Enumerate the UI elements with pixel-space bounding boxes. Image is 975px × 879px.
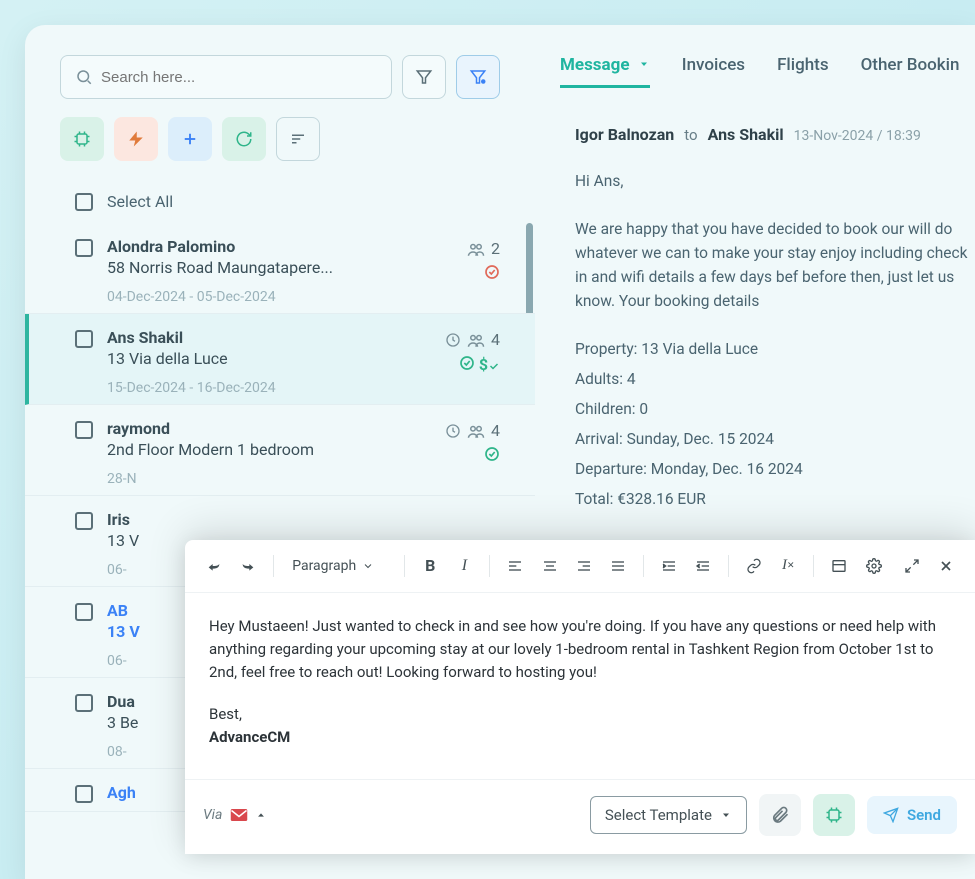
expand-button[interactable]: [897, 550, 927, 582]
align-right-button[interactable]: [569, 550, 599, 582]
ai-compose-button[interactable]: [813, 794, 855, 836]
signature-best: Best,: [209, 703, 951, 726]
via-selector[interactable]: Via: [203, 807, 266, 823]
message-body: Hi Ans, We are happy that you have decid…: [560, 144, 975, 511]
attach-button[interactable]: [759, 794, 801, 836]
italic-button[interactable]: I: [449, 550, 479, 582]
send-button[interactable]: Send: [867, 796, 957, 834]
align-center-button[interactable]: [535, 550, 565, 582]
tabs: Message Invoices Flights Other Bookin: [560, 55, 975, 100]
guest-count: 2: [491, 239, 500, 258]
guests-icon: [467, 332, 485, 348]
message-intro: We are happy that you have decided to bo…: [575, 217, 975, 313]
booking-item[interactable]: Alondra Palomino 58 Norris Road Maungatap…: [25, 223, 535, 314]
message-to: Ans Shakil: [708, 125, 784, 144]
redo-button[interactable]: [233, 550, 263, 582]
signature-name: AdvanceCM: [209, 726, 951, 749]
message-timestamp: 13-Nov-2024 / 18:39: [794, 128, 921, 144]
booking-item[interactable]: raymond 2nd Floor Modern 1 bedroom 28-N 4: [25, 405, 535, 496]
guests-icon: [467, 423, 485, 439]
booking-checkbox[interactable]: [75, 512, 93, 530]
select-all-label: Select All: [107, 192, 173, 211]
paragraph-select[interactable]: Paragraph: [284, 558, 394, 574]
booking-dates: 28-N: [107, 471, 500, 487]
select-all-row[interactable]: Select All: [25, 181, 535, 223]
sort-button[interactable]: [276, 117, 320, 161]
guest-count: 4: [491, 330, 500, 349]
booking-checkbox[interactable]: [75, 694, 93, 712]
compose-footer: Via Select Template Send: [185, 779, 975, 854]
booking-name: Alondra Palomino: [107, 237, 500, 256]
message-header: Igor Balnozan to Ans Shakil 13-Nov-2024 …: [560, 125, 975, 144]
settings-button[interactable]: [858, 550, 888, 582]
chevron-down-icon: [638, 58, 650, 70]
email-icon: [230, 808, 248, 822]
composer-toolbar: Paragraph B I I✕: [185, 540, 975, 593]
status-icon: [459, 355, 475, 374]
clock-icon: [445, 332, 461, 348]
align-justify-button[interactable]: [603, 550, 633, 582]
composer: Paragraph B I I✕ Hey Mustaeen!: [185, 540, 975, 854]
search-box[interactable]: [60, 55, 392, 99]
bold-button[interactable]: B: [415, 550, 445, 582]
message-to-label: to: [684, 126, 697, 144]
status-icon: [484, 446, 500, 462]
booking-name: Iris: [107, 510, 500, 529]
add-button[interactable]: [168, 117, 212, 161]
tab-message[interactable]: Message: [560, 55, 650, 88]
quick-action-button[interactable]: [114, 117, 158, 161]
indent-button[interactable]: [654, 550, 684, 582]
booking-dates: 15-Dec-2024 - 16-Dec-2024: [107, 380, 500, 396]
booking-item[interactable]: Ans Shakil 13 Via della Luce 15-Dec-2024 -…: [25, 314, 535, 405]
booking-name: Ans Shakil: [107, 328, 500, 347]
filter-active-button[interactable]: [456, 55, 500, 99]
booking-checkbox[interactable]: [75, 239, 93, 257]
ai-button[interactable]: [60, 117, 104, 161]
tab-invoices[interactable]: Invoices: [682, 55, 745, 88]
clear-format-button[interactable]: I✕: [773, 550, 803, 582]
clock-icon: [445, 423, 461, 439]
status-icon: [484, 264, 500, 280]
message-greeting: Hi Ans,: [575, 169, 975, 193]
guests-icon: [467, 241, 485, 257]
booking-checkbox[interactable]: [75, 421, 93, 439]
undo-button[interactable]: [199, 550, 229, 582]
message-from: Igor Balnozan: [575, 125, 674, 144]
booking-property: 58 Norris Road Maungatapere...: [107, 258, 500, 277]
booking-name: raymond: [107, 419, 500, 438]
caret-up-icon: [256, 810, 266, 820]
compose-body[interactable]: Hey Mustaeen! Just wanted to check in an…: [185, 593, 975, 779]
booking-checkbox[interactable]: [75, 330, 93, 348]
booking-checkbox[interactable]: [75, 785, 93, 803]
booking-property: 13 Via della Luce: [107, 349, 500, 368]
booking-dates: 04-Dec-2024 - 05-Dec-2024: [107, 289, 500, 305]
paid-icon: $: [479, 355, 500, 374]
template-select[interactable]: Select Template: [590, 796, 747, 834]
align-left-button[interactable]: [500, 550, 530, 582]
search-input[interactable]: [101, 69, 377, 86]
search-icon: [75, 68, 93, 86]
compose-text: Hey Mustaeen! Just wanted to check in an…: [209, 615, 951, 685]
tab-flights[interactable]: Flights: [777, 55, 829, 88]
table-button[interactable]: [824, 550, 854, 582]
search-row: [25, 55, 535, 117]
booking-checkbox[interactable]: [75, 603, 93, 621]
tab-other[interactable]: Other Bookin: [861, 55, 960, 88]
select-all-checkbox[interactable]: [75, 193, 93, 211]
action-row: [25, 117, 535, 181]
refresh-button[interactable]: [222, 117, 266, 161]
filter-button[interactable]: [402, 55, 446, 99]
link-button[interactable]: [739, 550, 769, 582]
close-button[interactable]: [931, 550, 961, 582]
booking-property: 2nd Floor Modern 1 bedroom: [107, 440, 500, 459]
outdent-button[interactable]: [688, 550, 718, 582]
guest-count: 4: [491, 421, 500, 440]
